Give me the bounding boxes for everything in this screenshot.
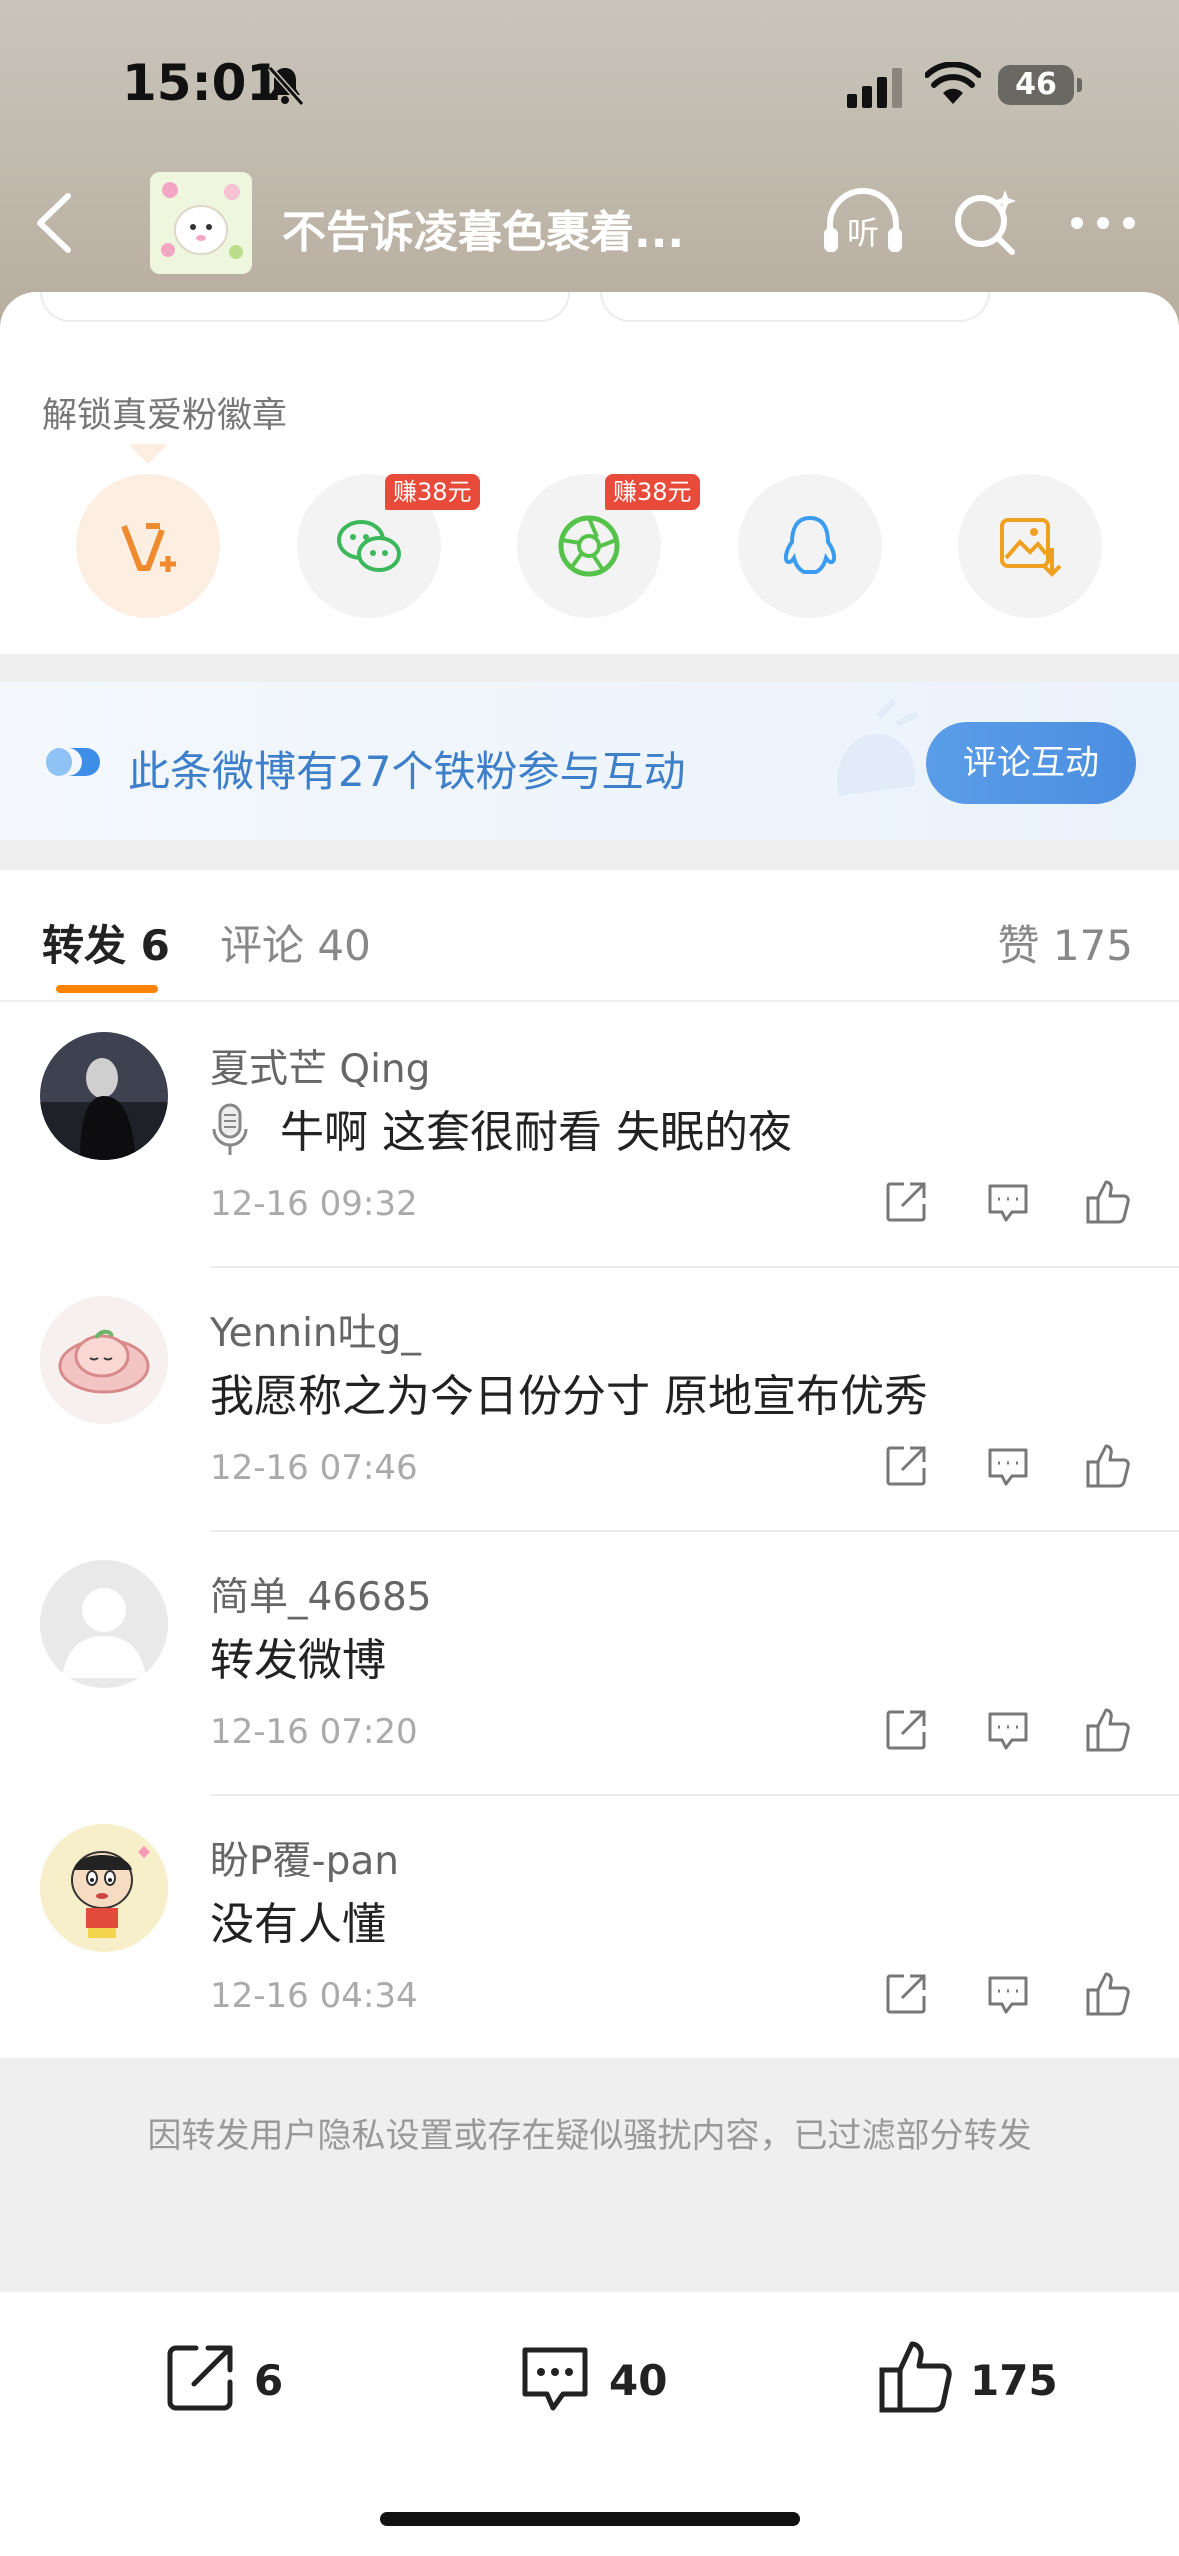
share-icon[interactable] — [882, 1178, 930, 1226]
repost-username[interactable]: 盼P覆-pan — [210, 1830, 399, 1886]
filtered-notice: 因转发用户隐私设置或存在疑似骚扰内容，已过滤部分转发 — [0, 2058, 1179, 2292]
search-icon[interactable] — [950, 186, 1020, 256]
active-tab-indicator — [56, 985, 158, 993]
save-image-icon — [1000, 518, 1062, 577]
microphone-icon — [212, 1103, 248, 1155]
home-indicator[interactable] — [380, 2512, 800, 2526]
fan-banner-text: 此条微博有27个铁粉参与互动 — [128, 747, 686, 796]
like-icon[interactable] — [1084, 1442, 1132, 1490]
repost-time: 12-16 07:46 — [210, 1448, 418, 1488]
tab-comment[interactable]: 评论 40 — [220, 912, 371, 973]
comment-count: 40 — [609, 2356, 668, 2405]
avatar[interactable] — [40, 1296, 168, 1424]
status-time: 15:01 — [122, 54, 282, 112]
tab-repost[interactable]: 转发 6 — [42, 912, 170, 973]
earn-badge-moments: 赚38元 — [605, 474, 700, 510]
like-icon[interactable] — [1084, 1178, 1132, 1226]
more-icon[interactable] — [1068, 208, 1138, 238]
signal-icon — [847, 68, 902, 108]
wechat-icon — [337, 520, 401, 572]
repost-row[interactable]: Yennin吐g_ 我愿称之为今日份分寸 原地宣布优秀 12-16 07:46 — [0, 1268, 1179, 1532]
share-vip-button[interactable] — [76, 474, 220, 618]
share-icon[interactable] — [882, 1706, 930, 1754]
header-title[interactable]: 不告诉凌暮色裹着... — [282, 196, 684, 260]
like-icon[interactable] — [1084, 1706, 1132, 1754]
header-avatar[interactable] — [150, 172, 252, 274]
like-icon — [879, 2341, 952, 2413]
repost-text: 牛啊 这套很耐看 失眠的夜 — [280, 1107, 792, 1158]
section-divider — [0, 840, 1179, 870]
share-icon[interactable] — [882, 1442, 930, 1490]
avatar[interactable] — [40, 1824, 168, 1952]
comment-icon[interactable] — [984, 1442, 1032, 1490]
repost-time: 12-16 07:20 — [210, 1712, 418, 1752]
repost-content: 没有人懂 — [210, 1899, 386, 1950]
comment-icon[interactable] — [984, 1706, 1032, 1754]
qq-icon — [783, 515, 837, 574]
comment-interact-button[interactable]: 评论互动 — [926, 722, 1136, 804]
share-count: 6 — [254, 2356, 284, 2405]
repost-time: 12-16 09:32 — [210, 1184, 418, 1224]
unlock-badge-label: 解锁真爱粉徽章 — [42, 396, 288, 436]
vip-icon — [121, 523, 176, 572]
repost-content: 转发微博 — [210, 1635, 386, 1686]
svg-text:听: 听 — [847, 214, 879, 252]
repost-content: 牛啊 这套很耐看 失眠的夜 — [210, 1096, 792, 1160]
section-divider — [0, 654, 1179, 682]
tab-like[interactable]: 赞 175 — [997, 912, 1133, 973]
share-qq-button[interactable] — [738, 474, 882, 618]
save-image-button[interactable] — [958, 474, 1102, 618]
repost-row[interactable]: 夏式芒 Qing 牛啊 这套很耐看 失眠的夜 12-16 09:32 — [0, 1004, 1179, 1268]
battery-indicator: 46 — [998, 65, 1082, 105]
repost-username[interactable]: Yennin吐g_ — [210, 1302, 421, 1358]
comment-icon[interactable] — [984, 1970, 1032, 2018]
comment-icon[interactable] — [984, 1178, 1032, 1226]
like-icon[interactable] — [1084, 1970, 1132, 2018]
earn-badge-wechat: 赚38元 — [385, 474, 480, 510]
repost-content: 我愿称之为今日份分寸 原地宣布优秀 — [210, 1371, 928, 1422]
wifi-icon — [925, 62, 981, 104]
share-icon — [167, 2345, 233, 2411]
repost-row[interactable]: 简单_46685 转发微博 12-16 07:20 — [0, 1532, 1179, 1796]
back-icon[interactable] — [32, 190, 76, 256]
avatar[interactable] — [40, 1560, 168, 1688]
partial-pill-left — [40, 292, 570, 322]
banner-decoration-icon — [837, 698, 919, 796]
partial-pill-right — [600, 292, 990, 322]
like-count: 175 — [970, 2356, 1058, 2405]
fan-logo-icon — [46, 748, 100, 776]
filtered-notice-text: 因转发用户隐私设置或存在疑似骚扰内容，已过滤部分转发 — [147, 2116, 1032, 2156]
tabs-divider — [0, 1000, 1179, 1002]
repost-username[interactable]: 夏式芒 Qing — [210, 1038, 430, 1094]
share-icon[interactable] — [882, 1970, 930, 2018]
repost-time: 12-16 04:34 — [210, 1976, 418, 2016]
avatar[interactable] — [40, 1032, 168, 1160]
vip-tooltip-arrow — [128, 444, 168, 464]
repost-username[interactable]: 简单_46685 — [210, 1566, 432, 1622]
comment-icon — [522, 2347, 588, 2411]
repost-row[interactable]: 盼P覆-pan 没有人懂 12-16 04:34 — [0, 1796, 1179, 2060]
listen-icon[interactable]: 听 — [822, 186, 904, 256]
moments-icon — [558, 515, 620, 577]
status-bar: 15:01 46 — [0, 0, 1179, 170]
bell-muted-icon — [267, 66, 305, 106]
